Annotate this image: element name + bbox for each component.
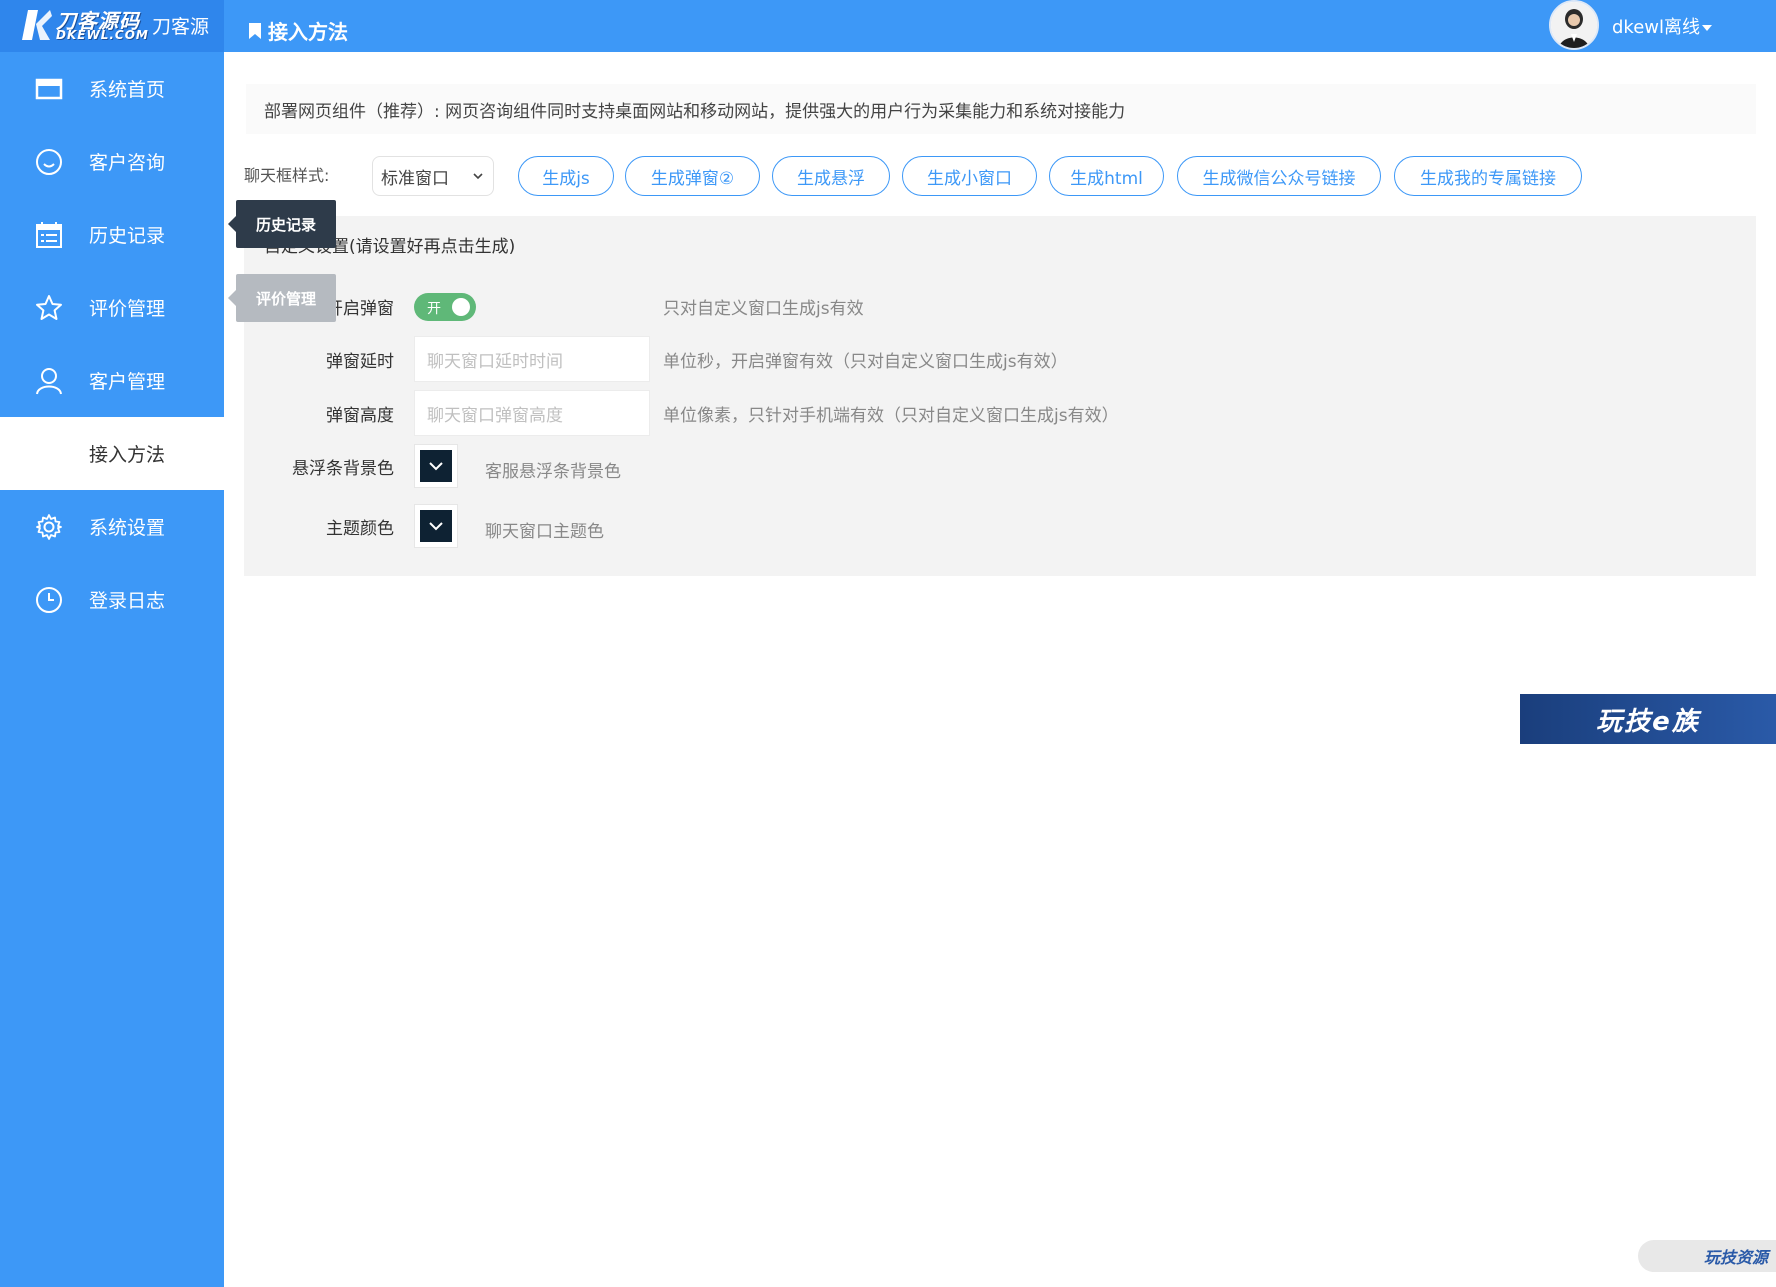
generate-js-button[interactable]: 生成js <box>518 156 614 196</box>
float-bg-color-picker[interactable] <box>414 444 458 488</box>
top-header: 刀客源码 DKEWL.COM 刀客源 接入方法 dkewl离线 <box>0 0 1776 52</box>
chat-style-value: 标准窗口 <box>381 168 449 189</box>
calendar-list-icon <box>36 221 62 248</box>
sidebar-item-settings[interactable]: 系统设置 <box>0 490 224 563</box>
sidebar-item-label: 历史记录 <box>89 225 166 247</box>
clock-icon <box>36 586 62 613</box>
smile-icon <box>36 148 62 175</box>
notice-bar: 部署网页组件（推荐）: 网页咨询组件同时支持桌面网站和移动网站，提供强大的用户行… <box>246 84 1756 134</box>
toggle-label: 开 <box>427 301 441 317</box>
watermark-corner-badge: 玩技资源 <box>1638 1240 1776 1272</box>
color-swatch <box>420 510 452 542</box>
delay-label: 弹窗延时 <box>326 352 394 372</box>
color-swatch <box>420 450 452 482</box>
chevron-down-icon <box>429 462 443 471</box>
logo[interactable]: 刀客源码 DKEWL.COM 刀客源 <box>0 0 224 52</box>
user-menu[interactable]: dkewl离线 <box>1612 13 1713 39</box>
float-bg-hint: 客服悬浮条背景色 <box>485 462 621 482</box>
delay-hint: 单位秒，开启弹窗有效（只对自定义窗口生成js有效） <box>663 352 1068 372</box>
sidebar-item-customers[interactable]: 客户管理 <box>0 344 224 417</box>
sidebar-item-label: 接入方法 <box>89 444 166 466</box>
float-bg-label: 悬浮条背景色 <box>292 459 394 479</box>
user-avatar-icon <box>1551 2 1597 48</box>
star-icon <box>36 294 62 320</box>
sidebar-item-rating[interactable]: 评价管理 <box>0 271 224 344</box>
height-hint: 单位像素，只针对手机端有效（只对自定义窗口生成js有效） <box>663 406 1119 426</box>
generate-small-window-button[interactable]: 生成小窗口 <box>902 156 1037 196</box>
generate-wechat-link-button[interactable]: 生成微信公众号链接 <box>1177 156 1381 196</box>
generate-float-button[interactable]: 生成悬浮 <box>772 156 890 196</box>
user-name-label: dkewl离线 <box>1612 17 1701 38</box>
delay-placeholder: 聊天窗口延时时间 <box>427 351 563 372</box>
notice-text: 部署网页组件（推荐）: 网页咨询组件同时支持桌面网站和移动网站，提供强大的用户行… <box>264 101 1126 122</box>
sidebar-item-login-log[interactable]: 登录日志 <box>0 563 224 636</box>
chat-style-select[interactable]: 标准窗口 <box>372 156 494 196</box>
height-input[interactable]: 聊天窗口弹窗高度 <box>414 390 650 436</box>
tooltip-history: 历史记录 <box>228 200 336 248</box>
sidebar-item-label: 登录日志 <box>89 590 166 612</box>
theme-color-hint: 聊天窗口主题色 <box>485 522 604 542</box>
tooltip-rating: 评价管理 <box>228 274 336 322</box>
chevron-down-icon <box>473 173 483 180</box>
logo-mark-icon <box>22 10 52 40</box>
chat-style-label: 聊天框样式: <box>244 166 330 185</box>
site-name: 刀客源 <box>152 16 210 38</box>
sidebar-item-history[interactable]: 历史记录 <box>0 198 224 271</box>
popup-toggle[interactable]: 开 <box>414 293 476 321</box>
watermark-banner: 玩技e族 <box>1520 694 1776 744</box>
sidebar-item-label: 客户咨询 <box>89 152 166 174</box>
avatar[interactable] <box>1549 0 1599 50</box>
sidebar-item-integration[interactable]: 接入方法 <box>0 417 224 490</box>
generate-my-link-button[interactable]: 生成我的专属链接 <box>1394 156 1582 196</box>
chevron-down-icon <box>429 522 443 531</box>
sidebar-item-label: 系统设置 <box>89 517 166 539</box>
generate-html-button[interactable]: 生成html <box>1049 156 1164 196</box>
bookmark-icon <box>249 22 261 39</box>
sidebar-item-home[interactable]: 系统首页 <box>0 52 224 125</box>
sidebar-item-label: 客户管理 <box>89 371 166 393</box>
sidebar-item-label: 系统首页 <box>89 79 166 101</box>
sidebar-item-label: 评价管理 <box>89 298 166 320</box>
toggle-knob <box>452 298 470 316</box>
logo-subtext: DKEWL.COM <box>56 28 149 42</box>
height-placeholder: 聊天窗口弹窗高度 <box>427 405 563 426</box>
generate-popup-button[interactable]: 生成弹窗② <box>625 156 760 196</box>
page-title-text: 接入方法 <box>268 20 348 44</box>
page-title: 接入方法 <box>248 16 348 45</box>
caret-down-icon <box>1702 25 1713 31</box>
delay-input[interactable]: 聊天窗口延时时间 <box>414 336 650 382</box>
theme-color-label: 主题颜色 <box>326 519 394 539</box>
theme-color-picker[interactable] <box>414 504 458 548</box>
gear-icon <box>36 513 62 540</box>
popup-hint: 只对自定义窗口生成js有效 <box>663 299 864 319</box>
sidebar-item-consult[interactable]: 客户咨询 <box>0 125 224 198</box>
sidebar: 系统首页 客户咨询 历史记录 评价管理 客户管理 接入方法 系统设置 登录日志 <box>0 52 224 1287</box>
user-icon <box>36 367 62 394</box>
height-label: 弹窗高度 <box>326 406 394 426</box>
window-icon <box>35 78 63 99</box>
